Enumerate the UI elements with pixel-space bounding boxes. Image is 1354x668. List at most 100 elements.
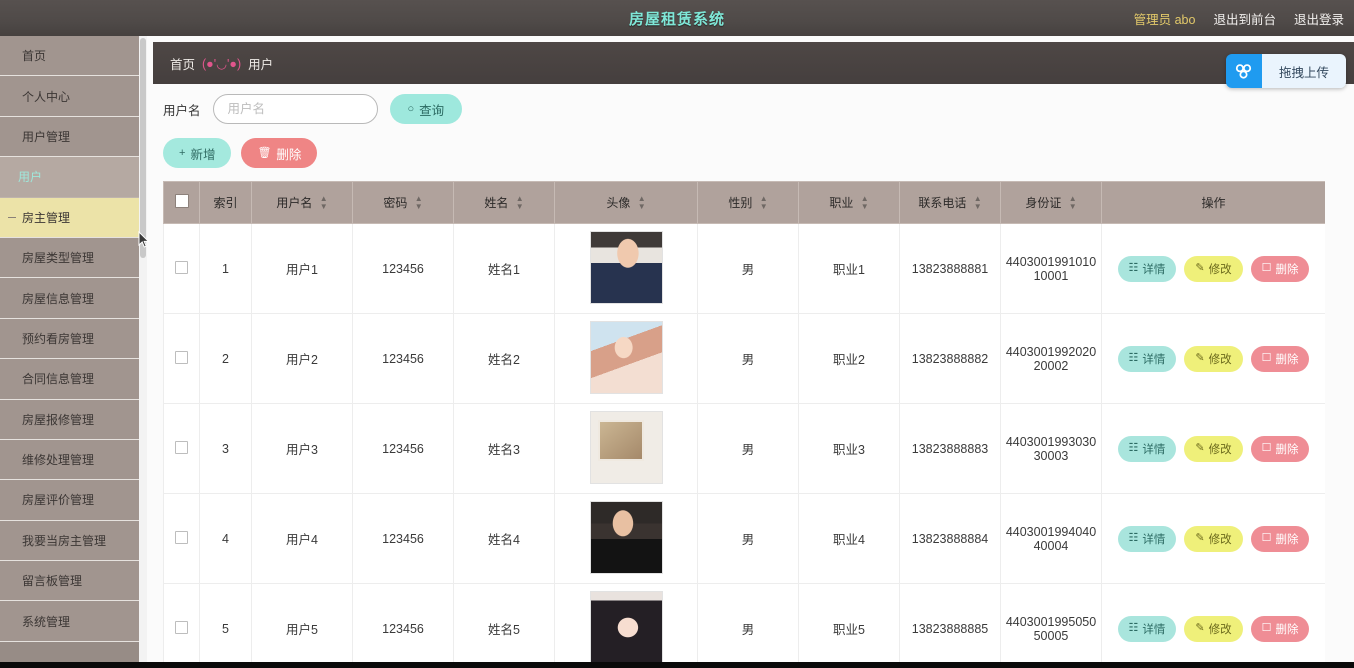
sort-toggle-icon[interactable]: ▲ ▼ (415, 195, 423, 211)
sidebar-item-user-management[interactable]: 用户管理 (0, 116, 139, 158)
pencil-icon: ✎ (1195, 352, 1205, 364)
column-label: 身份证 (1025, 195, 1062, 210)
column-label: 职业 (829, 195, 854, 210)
detail-button[interactable]: ☷ 详情 (1117, 615, 1177, 642)
row-checkbox[interactable] (175, 350, 188, 364)
sidebar-item-home[interactable]: 首页 (0, 36, 139, 77)
sidebar-item-personal-center[interactable]: 个人中心 (0, 76, 139, 117)
breadcrumb-home[interactable]: 首页 (170, 54, 195, 73)
cell-username: 用户4 (251, 493, 353, 584)
query-button[interactable]: ○ 查询 (389, 94, 463, 124)
delete-button[interactable]: ☐ 删除 (1250, 345, 1310, 372)
drag-upload-button[interactable]: 拖拽上传 (1225, 54, 1346, 88)
sidebar-item-house-info-management[interactable]: 房屋信息管理 (0, 278, 139, 319)
row-checkbox[interactable] (175, 620, 188, 634)
file-icon: ☷ (1128, 262, 1139, 274)
table-header-password[interactable]: 密码 ▲ ▼ (352, 181, 454, 224)
sidebar-item-system-management[interactable]: 系统管理 (0, 601, 139, 642)
detail-button[interactable]: ☷ 详情 (1117, 435, 1177, 462)
sort-toggle-icon[interactable]: ▲ ▼ (974, 195, 982, 211)
column-label: 操作 (1201, 196, 1226, 210)
edit-button[interactable]: ✎ 修改 (1184, 615, 1243, 642)
username-filter-label: 用户名 (163, 103, 201, 118)
cell-password: 123456 (352, 583, 454, 668)
table-header-phone[interactable]: 联系电话 ▲ ▼ (899, 181, 1001, 224)
sidebar-item-viewing-appointment-management[interactable]: 预约看房管理 (0, 318, 139, 360)
sort-toggle-icon[interactable]: ▲ ▼ (638, 195, 646, 211)
search-icon: ○ (407, 102, 415, 115)
sidebar-item-house-type-management[interactable]: 房屋类型管理 (0, 237, 139, 279)
sidebar-scrollbar-thumb[interactable] (140, 38, 146, 258)
edit-button[interactable]: ✎ 修改 (1184, 345, 1243, 372)
row-select-cell[interactable] (163, 223, 200, 314)
cell-phone: 13823888881 (899, 223, 1001, 314)
delete-button[interactable]: ☐ 删除 (1250, 255, 1310, 282)
row-checkbox[interactable] (175, 440, 188, 454)
row-select-cell[interactable] (163, 403, 200, 494)
search-input[interactable] (212, 94, 378, 124)
cell-job: 职业1 (798, 223, 900, 314)
table-header-idcard[interactable]: 身份证 ▲ ▼ (1000, 181, 1102, 224)
table-row[interactable]: 5 用户5 123456 姓名5 男 职业5 13823888885 44030… (163, 583, 1325, 668)
cell-avatar (554, 583, 698, 668)
table-row[interactable]: 2 用户2 123456 姓名2 男 职业2 13823888882 44030… (163, 313, 1325, 404)
sidebar-item-label: 个人中心 (22, 89, 71, 104)
edit-button[interactable]: ✎ 修改 (1184, 255, 1243, 282)
cell-password: 123456 (352, 223, 454, 314)
sidebar-item-message-board-management[interactable]: 留言板管理 (0, 561, 139, 602)
delete-button[interactable]: ☐ 删除 (1250, 615, 1310, 642)
table-header-gender[interactable]: 性别 ▲ ▼ (697, 181, 799, 224)
sidebar-item-become-landlord-management[interactable]: 我要当房主管理 (0, 520, 139, 562)
sidebar-item-maintenance-handling-management[interactable]: 维修处理管理 (0, 439, 139, 481)
table-header-name[interactable]: 姓名 ▲ ▼ (453, 181, 555, 224)
sort-toggle-icon[interactable]: ▲ ▼ (861, 195, 869, 211)
row-checkbox[interactable] (175, 530, 188, 544)
table-header-avatar[interactable]: 头像 ▲ ▼ (554, 181, 698, 224)
cell-index: 3 (199, 403, 252, 494)
row-select-cell[interactable] (163, 583, 200, 668)
trash-icon: ☐ (1261, 442, 1272, 454)
batch-delete-button[interactable]: 🗑 删除 (241, 138, 318, 168)
table-row[interactable]: 1 用户1 123456 姓名1 男 职业1 13823888881 44030… (163, 223, 1325, 314)
sidebar-item-landlord-management[interactable]: 房主管理 (0, 197, 139, 238)
cell-job: 职业3 (798, 403, 900, 494)
table-row[interactable]: 4 用户4 123456 姓名4 男 职业4 13823888884 44030… (163, 493, 1325, 584)
row-checkbox[interactable] (175, 260, 188, 274)
file-icon: ☷ (1128, 622, 1139, 634)
sidebar-scrollbar[interactable] (139, 36, 147, 668)
exit-to-frontend-link[interactable]: 退出到前台 (1213, 9, 1276, 28)
sidebar-item-repair-request-management[interactable]: 房屋报修管理 (0, 399, 139, 440)
add-button[interactable]: + 新增 (163, 138, 232, 168)
sidebar-item-label: 房屋信息管理 (22, 291, 95, 306)
delete-button-label: 删除 (1275, 263, 1299, 276)
delete-button[interactable]: ☐ 删除 (1250, 525, 1310, 552)
sort-toggle-icon[interactable]: ▲ ▼ (1069, 195, 1077, 211)
detail-button[interactable]: ☷ 详情 (1117, 255, 1177, 282)
table-header-username[interactable]: 用户名 ▲ ▼ (251, 181, 353, 224)
row-select-cell[interactable] (163, 493, 200, 584)
sidebar-item-users[interactable]: 用户 (0, 157, 139, 198)
logout-link[interactable]: 退出登录 (1294, 9, 1344, 28)
sidebar-item-contract-info-management[interactable]: 合同信息管理 (0, 359, 139, 400)
sidebar-item-house-review-management[interactable]: 房屋评价管理 (0, 480, 139, 521)
edit-button[interactable]: ✎ 修改 (1184, 525, 1243, 552)
table-row[interactable]: 3 用户3 123456 姓名3 男 职业3 13823888883 44030… (163, 403, 1325, 494)
drag-upload-label: 拖拽上传 (1261, 54, 1346, 88)
sort-toggle-icon[interactable]: ▲ ▼ (320, 195, 328, 211)
edit-button[interactable]: ✎ 修改 (1184, 435, 1243, 462)
delete-button[interactable]: ☐ 删除 (1250, 435, 1310, 462)
detail-button[interactable]: ☷ 详情 (1117, 525, 1177, 552)
cell-phone: 13823888882 (899, 313, 1001, 404)
main-content: 首页 (●'◡'●) 用户 拖拽上传 用户名 ○ 查询 (147, 36, 1354, 668)
users-table: 索引 用户名 ▲ ▼ 密码 ▲ ▼ 姓名 ▲ ▼ 头像 ▲ ▼ 性别 ▲ ▼ 职… (163, 181, 1325, 668)
sort-toggle-icon[interactable]: ▲ ▼ (760, 195, 768, 211)
column-label: 索引 (213, 196, 238, 210)
table-header-job[interactable]: 职业 ▲ ▼ (798, 181, 900, 224)
row-select-cell[interactable] (163, 313, 200, 404)
select-all-checkbox[interactable] (174, 194, 189, 208)
sidebar-nav: 首页 个人中心 用户管理 用户 房主管理 房屋类型管理 房屋信息管理 预约看房管… (0, 36, 139, 668)
sidebar-item-label: 留言板管理 (22, 574, 83, 589)
table-header-select-all[interactable] (163, 181, 200, 224)
detail-button[interactable]: ☷ 详情 (1117, 345, 1177, 372)
sort-toggle-icon[interactable]: ▲ ▼ (516, 195, 524, 211)
